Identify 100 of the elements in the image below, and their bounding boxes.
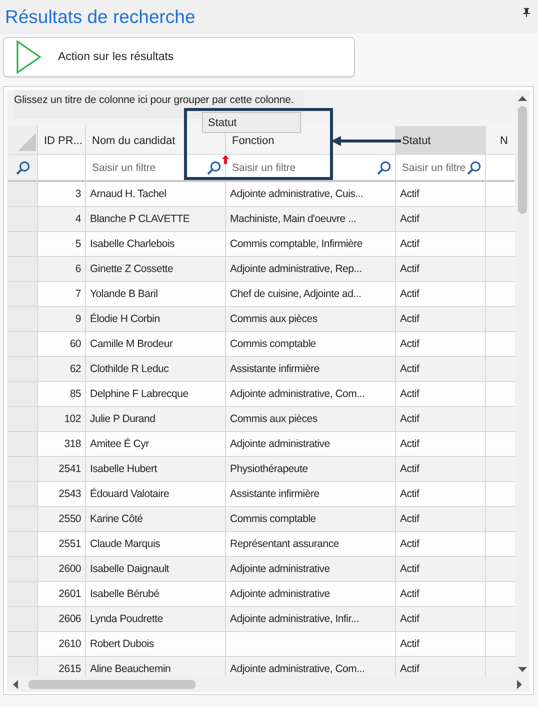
- table-cell: Actif: [396, 257, 486, 282]
- scroll-up-icon[interactable]: [518, 96, 528, 101]
- filter-field[interactable]: Saisir un filtre: [92, 161, 166, 174]
- table-cell: Adjointe administrative: [226, 557, 396, 582]
- row-header[interactable]: [8, 332, 38, 357]
- table-cell: Isabelle Charlebois: [86, 232, 226, 257]
- table-cell: Actif: [396, 457, 486, 482]
- row-header[interactable]: [8, 457, 38, 482]
- row-header[interactable]: [8, 307, 38, 332]
- search-icon[interactable]: [377, 160, 391, 174]
- table-cell: Actif: [396, 632, 486, 657]
- scroll-right-icon[interactable]: [517, 680, 522, 688]
- pin-icon[interactable]: [523, 8, 530, 16]
- table-cell: Isabelle Bérubé: [86, 582, 226, 607]
- table-cell: Commis aux pièces: [226, 307, 396, 332]
- column-header[interactable]: Statut: [396, 126, 486, 154]
- table-cell: Lynda Poudrette: [86, 607, 226, 632]
- row-header[interactable]: [8, 607, 38, 632]
- table-cell: 3: [38, 182, 86, 207]
- table-cell: 2543: [38, 482, 86, 507]
- row-header[interactable]: [8, 357, 38, 382]
- table-cell: 2606: [38, 607, 86, 632]
- group-hint: Glissez un titre de colonne ici pour grouper par cette colonne.: [14, 94, 294, 106]
- horizontal-scrollbar[interactable]: [7, 676, 530, 692]
- table-cell: 60: [38, 332, 86, 357]
- table-cell: 6: [38, 257, 86, 282]
- column-header[interactable]: ID PR...: [38, 126, 86, 154]
- table-cell: Actif: [396, 482, 486, 507]
- table-cell: 5: [38, 232, 86, 257]
- table-cell: Karine Côté: [86, 507, 226, 532]
- row-header[interactable]: [8, 207, 38, 232]
- table-cell: Isabelle Hubert: [86, 457, 226, 482]
- column-header[interactable]: Nom du candidat: [86, 126, 226, 154]
- table-cell: 2615: [38, 657, 86, 676]
- scroll-thumb[interactable]: [518, 106, 528, 214]
- table-cell: 7: [38, 282, 86, 307]
- table-cell: Physiothérapeute: [226, 457, 396, 482]
- table-cell: 2541: [38, 457, 86, 482]
- row-header[interactable]: [8, 507, 38, 532]
- action-button[interactable]: Action sur les résultats: [3, 37, 355, 77]
- row-header[interactable]: [8, 282, 38, 307]
- row-header[interactable]: [8, 632, 38, 657]
- scroll-down-icon[interactable]: [518, 667, 528, 672]
- row-header[interactable]: [8, 407, 38, 432]
- filter-field[interactable]: Saisir un filtre: [402, 161, 467, 174]
- table-cell: 2550: [38, 507, 86, 532]
- row-header[interactable]: [8, 482, 38, 507]
- search-icon: [16, 160, 30, 174]
- table-cell: Adjointe administrative: [226, 432, 396, 457]
- scroll-thumb[interactable]: [28, 680, 196, 688]
- table-cell: Chef de cuisine, Adjointe ad...: [226, 282, 396, 307]
- table-cell: Isabelle Daignault: [86, 557, 226, 582]
- search-icon[interactable]: [467, 160, 481, 174]
- table-cell: 4: [38, 207, 86, 232]
- table-cell: Actif: [396, 432, 486, 457]
- row-header[interactable]: [8, 432, 38, 457]
- table-cell: Blanche P CLAVETTE: [86, 207, 226, 232]
- table-cell: Assistante infirmière: [226, 482, 396, 507]
- table-cell: 2601: [38, 582, 86, 607]
- table-cell: Actif: [396, 357, 486, 382]
- filter-cell[interactable]: Saisir un filtre: [226, 154, 396, 182]
- table-cell: 85: [38, 382, 86, 407]
- search-icon[interactable]: [207, 160, 221, 174]
- table-cell: Actif: [396, 182, 486, 207]
- table-cell: Élodie H Corbin: [86, 307, 226, 332]
- table-cell: Commis comptable, Infirmière: [226, 232, 396, 257]
- table-cell: Actif: [396, 232, 486, 257]
- dragged-column-header[interactable]: Statut: [202, 112, 301, 133]
- row-header[interactable]: [8, 182, 38, 207]
- table-cell: Robert Dubois: [86, 632, 226, 657]
- table-cell: 9: [38, 307, 86, 332]
- table-cell: 2600: [38, 557, 86, 582]
- table-cell: Actif: [396, 607, 486, 632]
- table-cell: Actif: [396, 582, 486, 607]
- table-cell: Assistante infirmière: [226, 357, 396, 382]
- column-header[interactable]: N: [486, 126, 516, 154]
- table-cell: Actif: [396, 657, 486, 676]
- table-cell: Actif: [396, 407, 486, 432]
- table-cell: Commis comptable: [226, 507, 396, 532]
- row-header[interactable]: [8, 557, 38, 582]
- table-cell: Actif: [396, 382, 486, 407]
- table-cell: Clothilde R Leduc: [86, 357, 226, 382]
- scroll-left-icon[interactable]: [13, 680, 18, 688]
- filter-field[interactable]: Saisir un filtre: [232, 161, 306, 174]
- row-header[interactable]: [8, 257, 38, 282]
- table-cell: 102: [38, 407, 86, 432]
- row-header[interactable]: [8, 382, 38, 407]
- table-cell: Actif: [396, 532, 486, 557]
- table-cell: Adjointe administrative: [226, 582, 396, 607]
- table-cell: Adjointe administrative, Cuis...: [226, 182, 396, 207]
- table-cell: Yolande B Baril: [86, 282, 226, 307]
- row-header[interactable]: [8, 532, 38, 557]
- row-header[interactable]: [8, 232, 38, 257]
- table-cell: Actif: [396, 207, 486, 232]
- filter-cell[interactable]: Saisir un filtre: [86, 154, 226, 182]
- table-cell: 318: [38, 432, 86, 457]
- table-cell: Adjointe administrative, Com...: [226, 657, 396, 676]
- filter-cell[interactable]: Saisir un filtre: [396, 154, 486, 182]
- row-header[interactable]: [8, 582, 38, 607]
- table-cell: Arnaud H. Tachel: [86, 182, 226, 207]
